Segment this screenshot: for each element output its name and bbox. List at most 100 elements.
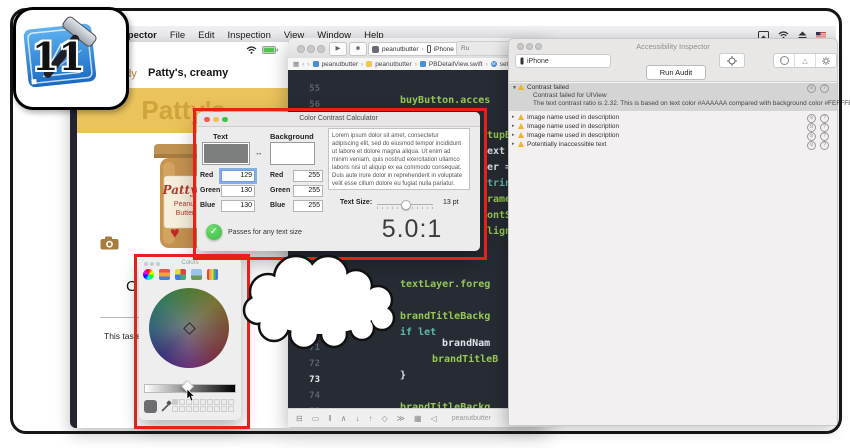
menu-item-edit[interactable]: Edit bbox=[198, 30, 214, 41]
step-out-icon[interactable]: ↑ bbox=[368, 414, 372, 423]
help-icon[interactable]: ? bbox=[820, 114, 829, 123]
eye-icon[interactable]: ⊙ bbox=[807, 141, 816, 150]
disclosure-closed-icon[interactable]: ▸ bbox=[512, 114, 515, 120]
settings-tab[interactable] bbox=[816, 54, 836, 67]
run-audit-button[interactable]: Run Audit bbox=[646, 65, 706, 80]
disclosure-closed-icon[interactable]: ▸ bbox=[512, 141, 515, 147]
color-sliders-tab-icon[interactable] bbox=[159, 269, 170, 280]
eye-icon[interactable]: ⊙ bbox=[807, 123, 816, 132]
background-color-label: Background bbox=[270, 132, 314, 141]
run-button[interactable]: ▶ bbox=[329, 42, 347, 56]
help-icon[interactable]: ? bbox=[820, 123, 829, 132]
code-text: buyButton.acces bbox=[400, 95, 490, 106]
text-size-value: 13 pt bbox=[443, 199, 459, 206]
step-into-icon[interactable]: ↓ bbox=[355, 414, 359, 423]
audit-result-row[interactable]: ▸ Image name used in description ⊙? bbox=[509, 132, 837, 140]
text-red-input[interactable]: 129 bbox=[221, 170, 255, 182]
text-color-swatch[interactable] bbox=[202, 142, 250, 165]
menu-item-inspection[interactable]: Inspection bbox=[228, 30, 271, 41]
help-icon[interactable]: ? bbox=[820, 132, 829, 141]
image-palettes-tab-icon[interactable] bbox=[191, 269, 202, 280]
code-line: 75 brandTitleBackg bbox=[288, 396, 336, 408]
window-title: Colors bbox=[139, 260, 241, 266]
pencils-tab-icon[interactable] bbox=[207, 269, 218, 280]
pause-icon[interactable]: ‖ bbox=[328, 414, 331, 423]
phone-icon bbox=[427, 45, 431, 53]
code-fragment: ext bbox=[487, 146, 505, 160]
background-color-swatch[interactable] bbox=[270, 142, 315, 165]
zoom-icon[interactable] bbox=[317, 45, 325, 53]
location-icon[interactable]: ≫ bbox=[397, 414, 405, 423]
menu-item-file[interactable]: File bbox=[170, 30, 185, 41]
chevron-right-icon: › bbox=[415, 61, 417, 68]
color-wheel-tab-icon[interactable] bbox=[143, 269, 154, 280]
audit-result-row[interactable]: ▸ Image name used in description ⊙? bbox=[509, 114, 837, 122]
window-title: Color Contrast Calculator bbox=[197, 115, 480, 122]
pass-result-label: Passes for any text size bbox=[228, 229, 302, 236]
audit-result-row[interactable]: ▸ Potentially inaccessible text ⊙? bbox=[509, 141, 837, 149]
eye-icon[interactable]: ⊙ bbox=[807, 114, 816, 123]
eye-icon[interactable]: ⊙ bbox=[807, 132, 816, 141]
camera-icon[interactable] bbox=[100, 236, 119, 250]
close-icon[interactable] bbox=[297, 45, 305, 53]
breakpoints-icon[interactable]: ▭ bbox=[312, 414, 320, 423]
app-icon bbox=[372, 46, 379, 53]
step-over-icon[interactable]: ∧ bbox=[341, 414, 347, 423]
warning-icon bbox=[518, 114, 524, 120]
warning-icon bbox=[518, 132, 524, 138]
debug-process-label: peanutbutter bbox=[452, 415, 491, 422]
warning-icon bbox=[518, 84, 524, 90]
slider-knob[interactable] bbox=[401, 200, 411, 210]
audit-result-row[interactable]: ▸ Image name used in description ⊙? bbox=[509, 123, 837, 131]
forward-history-icon[interactable]: › bbox=[307, 61, 309, 68]
window-title: Accessibility Inspector bbox=[509, 42, 837, 51]
disclosure-closed-icon[interactable]: ▸ bbox=[512, 132, 515, 138]
breadcrumb-file[interactable]: PBDetailView.swift bbox=[429, 61, 483, 68]
current-color-swatch[interactable] bbox=[144, 400, 157, 413]
related-items-icon[interactable]: ▦ bbox=[293, 60, 299, 68]
memory-graph-icon[interactable]: ◁ bbox=[431, 414, 437, 423]
contrast-ratio-value: 5.0:1 bbox=[357, 215, 467, 244]
audit-issue-detail: The text contrast ratio is 2.32. This is… bbox=[533, 100, 850, 107]
help-icon[interactable]: ? bbox=[820, 141, 829, 150]
xcode-11-badge: 11 bbox=[13, 7, 129, 110]
target-device-selector[interactable]: iPhone bbox=[515, 54, 611, 68]
jar-line2-text: Peanut bbox=[174, 201, 196, 208]
eye-icon[interactable]: ⊙ bbox=[807, 84, 816, 93]
bg-red-input[interactable]: 255 bbox=[293, 170, 323, 182]
eyedropper-icon[interactable] bbox=[160, 400, 172, 413]
text-color-label: Text bbox=[213, 132, 228, 141]
back-history-icon[interactable]: ‹ bbox=[302, 61, 304, 68]
method-badge-icon: M bbox=[491, 61, 497, 67]
text-blue-input[interactable]: 130 bbox=[221, 200, 255, 212]
audit-result-row-selected[interactable]: ▼ Contrast failed Contrast failed for UI… bbox=[509, 83, 837, 111]
scheme-selector[interactable]: peanutbutter › iPhone bbox=[368, 42, 462, 56]
disclosure-open-icon[interactable]: ▼ bbox=[512, 85, 517, 91]
mouse-cursor bbox=[186, 389, 195, 402]
info-icon: i bbox=[780, 56, 789, 65]
breadcrumb-group[interactable]: peanutbutter bbox=[375, 61, 412, 68]
bg-blue-input[interactable]: 255 bbox=[293, 200, 323, 212]
info-tab[interactable]: i bbox=[774, 54, 795, 67]
audit-tab[interactable]: △ bbox=[795, 54, 816, 67]
saved-swatches-grid[interactable] bbox=[172, 399, 234, 412]
colors-panel-window: Colors bbox=[139, 258, 241, 420]
code-text: } bbox=[400, 370, 406, 381]
minimize-icon[interactable] bbox=[307, 45, 315, 53]
stop-button[interactable]: ■ bbox=[349, 42, 367, 56]
favorite-heart-icon[interactable]: ♥ bbox=[170, 226, 180, 242]
chevron-right-icon: › bbox=[361, 61, 363, 68]
bg-green-input[interactable]: 255 bbox=[293, 185, 323, 197]
code-line-cursor: 73 bbox=[288, 364, 336, 378]
inspection-pointer-button[interactable] bbox=[719, 53, 745, 68]
swift-file-icon bbox=[420, 61, 426, 67]
text-green-input[interactable]: 130 bbox=[221, 185, 255, 197]
color-palettes-tab-icon[interactable] bbox=[175, 269, 186, 280]
breadcrumb-project[interactable]: peanutbutter bbox=[322, 61, 359, 68]
disclosure-closed-icon[interactable]: ▸ bbox=[512, 123, 515, 129]
view-hierarchy-icon[interactable]: ▦ bbox=[414, 414, 422, 423]
debug-view-icon[interactable]: ◇ bbox=[381, 414, 387, 423]
help-icon[interactable]: ? bbox=[820, 84, 829, 93]
hide-debug-area-icon[interactable]: ⊟ bbox=[296, 414, 303, 423]
colors-toolbar bbox=[143, 269, 218, 280]
